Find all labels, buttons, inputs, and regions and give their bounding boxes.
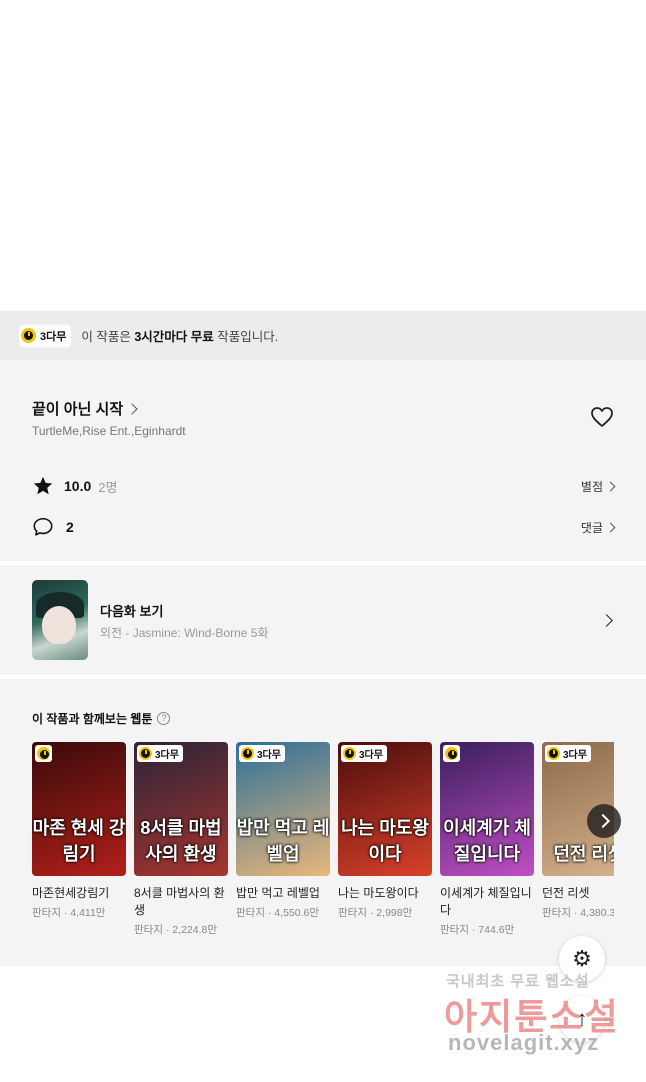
recommendation-meta: 판타지 · 4,411만 — [32, 907, 106, 919]
series-title: 끝이 아닌 시작 — [32, 401, 124, 418]
cover-title-art: 이세계가 체질입니다 — [443, 818, 531, 864]
scroll-to-top-button[interactable]: ↑ — [559, 996, 605, 1042]
recommendations-section: 이 작품과 함께보는 웹툰 ? 마존 현세 강림기 마존현세강림기 판타지 · … — [0, 679, 646, 966]
series-info-panel: 끝이 아닌 시작 TurtleMe,Rise Ent.,Eginhardt 10… — [0, 360, 646, 561]
gear-icon: ⚙ — [572, 946, 592, 971]
rating-row: 10.0 2명 별점 — [32, 474, 616, 498]
wait-free-badge: 3다무 — [239, 745, 285, 762]
recommendation-card[interactable]: 3다무 나는 마도왕이다 나는 마도왕이다 판타지 · 2,998만 — [338, 742, 432, 920]
recommendation-title: 던전 리셋 — [542, 886, 590, 900]
clock-icon — [445, 747, 458, 760]
wait-free-badge: 3다무 — [19, 324, 72, 347]
recommendation-title: 밥만 먹고 레벨업 — [236, 886, 320, 900]
heart-icon[interactable] — [590, 406, 614, 428]
carousel-next-button[interactable] — [587, 804, 621, 838]
wait-free-badge: 3다무 — [341, 745, 387, 762]
free-notice-text: 이 작품은 3시간마다 무료 작품입니다. — [81, 326, 278, 345]
clock-icon — [37, 747, 50, 760]
recommendation-title: 나는 마도왕이다 — [338, 886, 419, 900]
wait-free-badge-label: 3다무 — [257, 750, 281, 761]
recommendation-meta: 판타지 · 2,998만 — [338, 907, 413, 919]
recommendation-cover: 3다무 밥만 먹고 레벨업 — [236, 742, 330, 876]
recommendation-cover: 마존 현세 강림기 — [32, 742, 126, 876]
recommendation-cover: 이세계가 체질입니다 — [440, 742, 534, 876]
next-episode-card[interactable]: 다음화 보기 외전 - Jasmine: Wind-Borne 5화 — [0, 566, 646, 674]
arrow-up-icon: ↑ — [576, 1006, 588, 1031]
comment-row: 2 댓글 — [32, 515, 616, 539]
free-notice-post: 작품입니다. — [213, 330, 279, 344]
recommendation-card[interactable]: 이세계가 체질입니다 이세계가 체질입니다 판타지 · 744.6만 — [440, 742, 534, 937]
next-episode-label: 다음화 보기 — [100, 604, 164, 619]
recommendation-meta: 판타지 · 2,224.8만 — [134, 924, 218, 936]
cover-title-art: 마존 현세 강림기 — [32, 818, 126, 864]
recommendations-heading: 이 작품과 함께보는 웹툰 ? — [32, 710, 171, 727]
wait-free-badge-label: 3다무 — [359, 750, 383, 761]
wait-free-badge: 3다무 — [545, 745, 591, 762]
recommendation-meta: 판타지 · 4,380.3만 — [542, 907, 614, 919]
wait-free-badge-label: 3다무 — [155, 750, 179, 761]
chevron-right-icon — [126, 402, 138, 415]
recommendations-heading-text: 이 작품과 함께보는 웹툰 — [32, 712, 153, 726]
next-episode-subtitle: 외전 - Jasmine: Wind-Borne 5화 — [100, 626, 269, 640]
series-authors: TurtleMe,Rise Ent.,Eginhardt — [32, 424, 186, 438]
clock-icon — [547, 747, 560, 760]
wait-free-badge — [443, 745, 460, 762]
help-icon[interactable]: ? — [157, 712, 171, 725]
comments-link[interactable]: 댓글 — [580, 519, 616, 536]
star-icon — [33, 476, 53, 495]
free-notice-bar: 3다무 이 작품은 3시간마다 무료 작품입니다. — [0, 311, 646, 360]
rate-link-label: 별점 — [580, 479, 603, 494]
rating-score: 10.0 — [64, 478, 92, 494]
wait-free-badge — [35, 745, 52, 762]
rating-count: 2명 — [98, 479, 118, 495]
viewer-blank-area — [0, 0, 646, 311]
recommendation-card[interactable]: 3다무 8서클 마법사의 환생 8서클 마법사의 환생 판타지 · 2,224.… — [134, 742, 228, 937]
recommendation-card[interactable]: 3다무 밥만 먹고 레벨업 밥만 먹고 레벨업 판타지 · 4,550.6만 — [236, 742, 330, 920]
cover-title-art: 밥만 먹고 레벨업 — [236, 818, 330, 864]
settings-button[interactable]: ⚙ — [559, 936, 605, 982]
comment-count: 2 — [66, 519, 74, 535]
wait-free-badge-label: 3다무 — [563, 750, 587, 761]
wait-free-badge-label: 3다무 — [40, 330, 67, 343]
comment-icon — [33, 517, 53, 536]
chevron-right-icon — [600, 614, 613, 627]
cover-title-art: 나는 마도왕이다 — [341, 818, 429, 864]
rate-link[interactable]: 별점 — [580, 478, 616, 495]
recommendation-title: 8서클 마법사의 환생 — [134, 886, 225, 917]
comments-link-label: 댓글 — [580, 520, 603, 535]
recommendation-cover: 3다무 나는 마도왕이다 — [338, 742, 432, 876]
recommendation-meta: 판타지 · 4,550.6만 — [236, 907, 320, 919]
cover-title-art: 던전 리셋 — [553, 844, 614, 864]
thumbnail-face — [42, 606, 76, 644]
recommendation-card[interactable]: 마존 현세 강림기 마존현세강림기 판타지 · 4,411만 — [32, 742, 126, 920]
next-episode-thumbnail — [32, 580, 88, 660]
recommendation-meta: 판타지 · 744.6만 — [440, 924, 515, 936]
recommendation-title: 이세계가 체질입니다 — [440, 886, 532, 917]
watermark: 국내최초 무료 웹소설 아지툰소설 novelagit.xyz — [444, 970, 634, 1070]
wait-free-badge: 3다무 — [137, 745, 183, 762]
recommendation-cover: 3다무 8서클 마법사의 환생 — [134, 742, 228, 876]
chevron-right-icon — [605, 481, 616, 491]
recommendations-list: 마존 현세 강림기 마존현세강림기 판타지 · 4,411만 3다무 8서클 마… — [32, 742, 614, 962]
cover-title-art: 8서클 마법사의 환생 — [140, 818, 222, 864]
clock-icon — [139, 747, 152, 760]
clock-icon — [343, 747, 356, 760]
recommendation-title: 마존현세강림기 — [32, 886, 110, 900]
clock-icon — [21, 328, 36, 343]
series-title-link[interactable]: 끝이 아닌 시작 — [32, 398, 138, 419]
clock-icon — [241, 747, 254, 760]
free-notice-pre: 이 작품은 — [81, 330, 135, 344]
chevron-right-icon — [605, 522, 616, 532]
free-notice-bold: 3시간마다 무료 — [134, 330, 214, 344]
